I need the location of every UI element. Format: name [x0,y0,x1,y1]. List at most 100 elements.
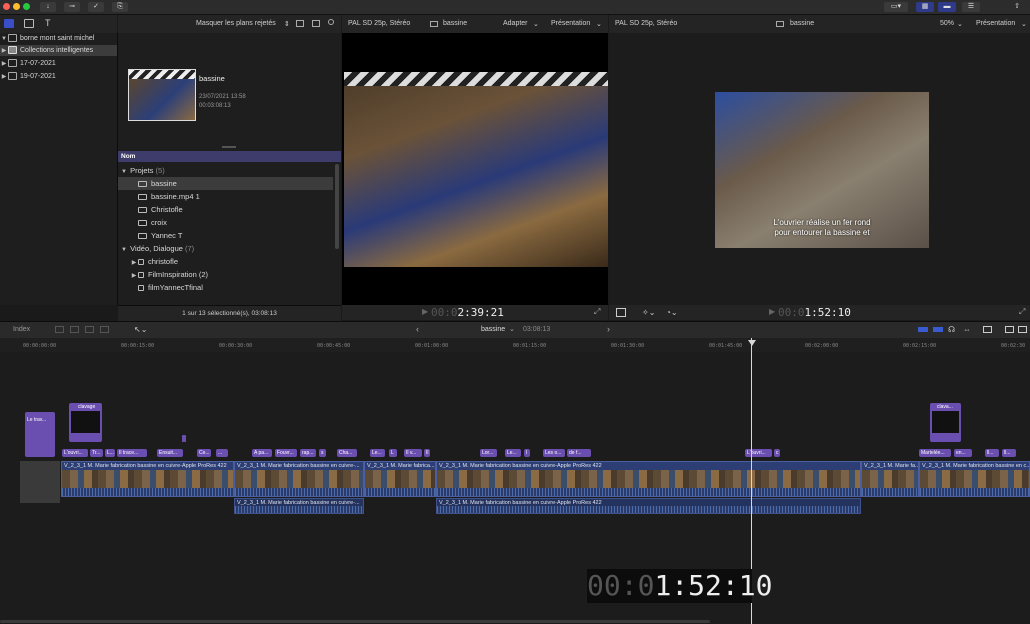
append-clip-icon[interactable] [85,326,94,333]
view-menu[interactable]: Présentation [551,20,590,27]
caption-clip[interactable]: Il [424,449,430,457]
caption-clip[interactable]: ll... [1002,449,1016,457]
minimize-window-icon[interactable] [13,3,20,10]
overwrite-clip-icon[interactable] [100,326,109,333]
share-stack-icon[interactable]: ⎘ [112,2,128,12]
caption-clip[interactable]: Le... [370,449,385,457]
hide-rejected-filter[interactable]: Masquer les plans rejetés [196,20,276,27]
chevron-down-icon[interactable]: ⌄ [957,20,963,28]
photos-audio-icon[interactable] [24,19,34,28]
group-video-dialogue[interactable]: ▼ Vidéo, Dialogue (7) [118,242,335,255]
timeline-scrollbar[interactable] [0,620,710,623]
library-item[interactable]: ▶ 17-07-2021 [0,58,117,69]
fullscreen-icon[interactable]: ⤢ [1019,307,1025,317]
caption-clip[interactable]: L... [105,449,115,457]
caption-clip[interactable]: Lor... [480,449,497,457]
keywords-icon[interactable]: ⊸ [64,2,80,12]
headphones-icon[interactable]: ☊ [948,325,955,334]
list-item[interactable]: croix [118,216,335,229]
list-item[interactable]: filmYannecTfinal [118,281,335,294]
speed-icon[interactable]: ◔⌄ [666,308,678,317]
library-item[interactable]: ▶ Collections intelligentes [0,45,117,56]
snapping-icon[interactable]: ⇔ [963,325,971,334]
workspace-menu-icon[interactable]: ▭▾ [884,2,908,12]
forward-arrow-icon[interactable]: › [607,324,610,334]
close-window-icon[interactable] [3,3,10,10]
chevron-down-icon[interactable]: ⌄ [509,325,515,333]
clip-appearance-icon[interactable] [296,20,304,27]
filter-chevron-icon[interactable]: ⇕ [284,20,290,28]
caption-clip[interactable]: c [774,449,780,457]
connect-clip-icon[interactable] [55,326,64,333]
caption-clip[interactable]: Martelée... [919,449,951,457]
splitter-handle[interactable] [222,146,236,148]
timeline-ruler[interactable]: 00:00:00:00 00:00:15:00 00:00:30:00 00:0… [0,338,1030,353]
search-icon[interactable] [328,19,334,25]
caption-clip[interactable]: s [319,449,326,457]
background-tasks-icon[interactable]: ✓ [88,2,104,12]
library-item[interactable]: ▼ borne mont saint michel [0,33,117,44]
play-icon[interactable]: ▶ [422,307,428,316]
video-clip[interactable]: V_2_3_1 M. Marie fabrication bassine en … [61,461,234,497]
list-view-icon[interactable] [312,20,320,27]
list-item[interactable]: Yannec T [118,229,335,242]
caption-clip[interactable]: ... [216,449,228,457]
caption-clip[interactable]: Ce... [197,449,211,457]
list-column-header[interactable]: Nom [118,151,341,162]
group-projects[interactable]: ▼ Projets (5) [118,164,335,177]
caption-clip[interactable]: Ensuit... [157,449,183,457]
disclosure-closed-icon[interactable]: ▶ [0,72,8,83]
video-clip[interactable]: V_2_3_1 M. Marie fabrication bassine en … [919,461,1030,497]
caption-clip[interactable]: en... [954,449,972,457]
playhead-handle-icon[interactable] [748,340,756,346]
clip-thumbnail[interactable] [128,69,196,121]
caption-clip[interactable]: L'ouvri... [62,449,88,457]
zoom-window-icon[interactable] [23,3,30,10]
list-item[interactable]: bassine [118,177,333,190]
import-icon[interactable]: ↓ [40,2,56,12]
transitions-browser-icon[interactable] [1018,326,1027,333]
viewer[interactable] [342,33,608,305]
gap-clip[interactable] [20,461,60,503]
title-clip[interactable]: Le trav... [25,412,55,457]
list-item[interactable]: bassine.mp4 1 [118,190,335,203]
event-viewer[interactable]: L'ouvrier réalise un fer rond pour entou… [609,33,1030,305]
project-name[interactable]: bassine [481,326,505,333]
marker[interactable] [182,435,186,442]
browser-scrollbar[interactable] [335,164,339,249]
timeline-toggle-icon[interactable]: ▬ [938,2,956,12]
caption-clip[interactable]: Il v... [404,449,422,457]
video-clip[interactable]: V_2_3_1 M. Marie fa... [861,461,919,497]
video-clip[interactable]: V_2_3_1 M. Marie fabrication bassine en … [234,461,364,497]
insert-clip-icon[interactable] [70,326,79,333]
view-menu[interactable]: Présentation [976,20,1015,27]
caption-clip[interactable]: de f... [567,449,591,457]
caption-clip[interactable]: I [524,449,530,457]
caption-clip[interactable]: L [389,449,397,457]
title-clip[interactable]: clava... [930,403,961,442]
video-clip[interactable]: V_2_3_1 M. Marie fabrica... [364,461,436,497]
chevron-down-icon[interactable]: ⌄ [533,20,539,28]
chevron-down-icon[interactable]: ⌄ [1021,20,1027,28]
disclosure-closed-icon[interactable]: ▶ [0,59,8,70]
caption-clip[interactable]: ll... [985,449,999,457]
caption-clip[interactable]: L'ouvri... [745,449,772,457]
audio-only-icon[interactable] [933,327,943,332]
play-icon[interactable]: ▶ [769,307,775,316]
titles-generators-icon[interactable]: T [45,18,51,28]
index-button[interactable]: Index [13,326,30,333]
list-item[interactable]: ▶ christofle [118,255,335,268]
caption-clip[interactable]: A pa... [252,449,272,457]
audio-clip[interactable]: V_2_3_1 M. Marie fabrication bassine en … [234,498,364,514]
caption-clip[interactable]: Cha... [337,449,357,457]
fit-menu[interactable]: Adapter [503,20,528,27]
inspector-toggle-icon[interactable]: ☰ [962,2,980,12]
audio-clip[interactable]: V_2_3_1 M. Marie fabrication bassine en … [436,498,861,514]
caption-clip[interactable]: Il trace... [117,449,147,457]
list-item[interactable]: ▶ FilmInspiration (2) [118,268,335,281]
library-item[interactable]: ▶ 19-07-2021 [0,71,117,82]
zoom-menu[interactable]: 50% [940,20,954,27]
browser-toggle-icon[interactable]: ▦ [916,2,934,12]
caption-clip[interactable]: Le... [505,449,521,457]
chevron-down-icon[interactable]: ⌄ [596,20,602,28]
